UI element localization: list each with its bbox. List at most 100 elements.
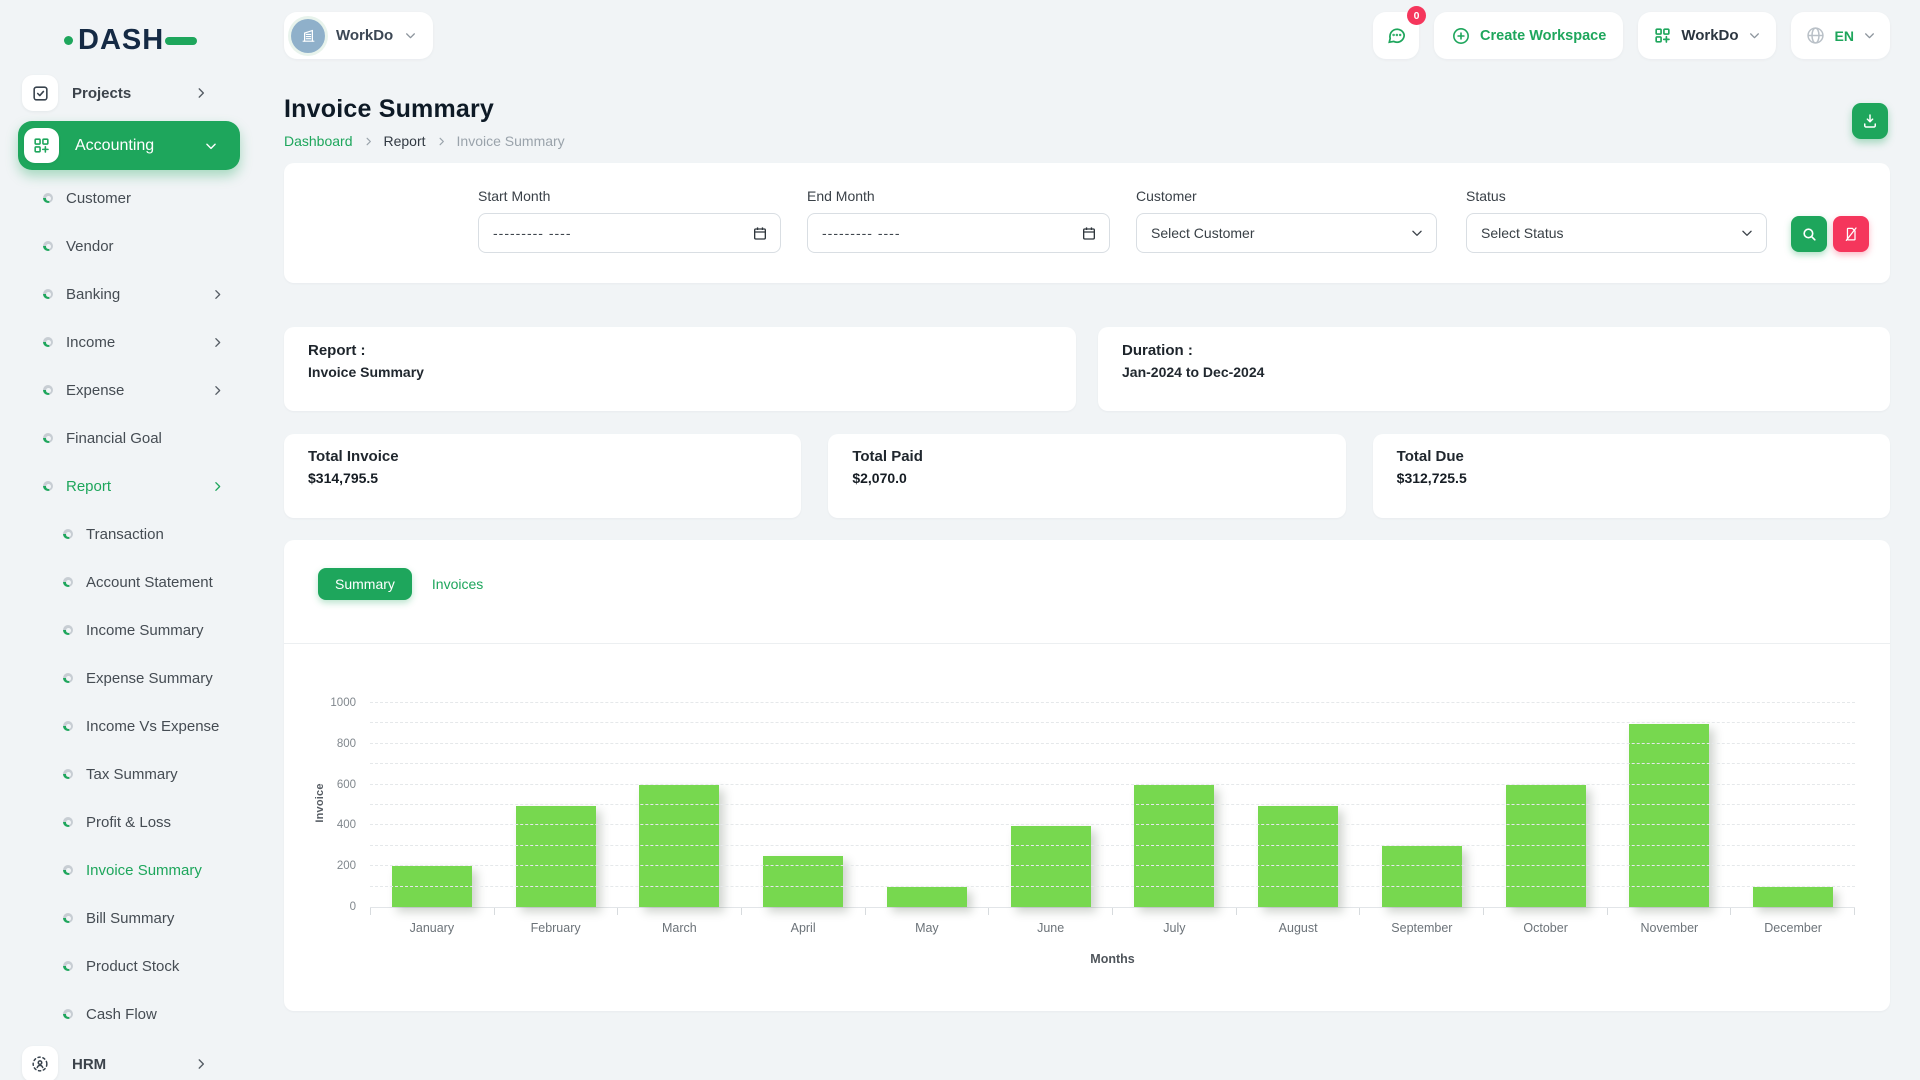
sidebar-item-financial-goal[interactable]: Financial Goal: [0, 414, 256, 462]
tab-invoices[interactable]: Invoices: [430, 568, 485, 600]
apply-filter-button[interactable]: [1791, 216, 1827, 252]
sidebar-item-bill-summary[interactable]: Bill Summary: [0, 894, 256, 942]
x-tick: [866, 908, 990, 915]
x-tick: [1484, 908, 1608, 915]
workspace-name: WorkDo: [336, 27, 393, 44]
tab-summary[interactable]: Summary: [318, 568, 412, 600]
sidebar-item-invoice-summary[interactable]: Invoice Summary: [0, 846, 256, 894]
chevron-down-icon: [1863, 29, 1876, 42]
bar-slot-september: [1360, 704, 1484, 907]
chevron-down-icon: [1740, 226, 1754, 240]
bullet-icon: [43, 481, 53, 491]
sidebar-item-income-summary[interactable]: Income Summary: [0, 606, 256, 654]
bar-january[interactable]: [392, 866, 472, 907]
y-tick-label: 400: [290, 819, 356, 831]
gridline: [370, 824, 1855, 825]
download-button[interactable]: [1852, 103, 1888, 139]
x-tick-label: January: [370, 921, 494, 935]
bullet-icon: [63, 721, 73, 731]
x-tick-label: April: [741, 921, 865, 935]
sidebar-item-tax-summary[interactable]: Tax Summary: [0, 750, 256, 798]
status-select[interactable]: Select Status: [1466, 213, 1767, 253]
bullet-icon: [43, 433, 53, 443]
bar-november[interactable]: [1629, 724, 1709, 907]
sidebar-item-label: Vendor: [66, 238, 114, 255]
calendar-icon[interactable]: [752, 225, 768, 241]
workspace-selector[interactable]: WorkDo: [284, 12, 433, 59]
start-month-input[interactable]: --------- ----: [478, 213, 781, 253]
sidebar-item-hrm[interactable]: HRM: [22, 1046, 240, 1080]
bar-may[interactable]: [887, 887, 967, 907]
topbar-actions: 0 Create Workspace WorkDo EN: [1373, 12, 1890, 59]
report-card: Report : Invoice Summary: [284, 327, 1076, 411]
sidebar-item-expense-summary[interactable]: Expense Summary: [0, 654, 256, 702]
customer-select[interactable]: Select Customer: [1136, 213, 1437, 253]
end-month-input[interactable]: --------- ----: [807, 213, 1110, 253]
bar-slot-august: [1236, 704, 1360, 907]
bullet-icon: [43, 193, 53, 203]
x-tick: [618, 908, 742, 915]
bar-slot-july: [1113, 704, 1237, 907]
divider: [284, 643, 1890, 644]
sidebar-item-profit-loss[interactable]: Profit & Loss: [0, 798, 256, 846]
sidebar-item-income-vs-expense[interactable]: Income Vs Expense: [0, 702, 256, 750]
bullet-icon: [63, 1009, 73, 1019]
sidebar-item-report[interactable]: Report: [0, 462, 256, 510]
calendar-icon[interactable]: [1081, 225, 1097, 241]
chat-icon: [1385, 24, 1408, 47]
sidebar-item-product-stock[interactable]: Product Stock: [0, 942, 256, 990]
sidebar-item-label: Cash Flow: [86, 1006, 157, 1023]
breadcrumb-report[interactable]: Report: [384, 133, 426, 149]
chevron-down-icon: [1748, 29, 1761, 42]
breadcrumb-dashboard[interactable]: Dashboard: [284, 133, 353, 149]
sidebar-item-transaction[interactable]: Transaction: [0, 510, 256, 558]
sidebar-item-vendor[interactable]: Vendor: [0, 222, 256, 270]
bullet-icon: [63, 673, 73, 683]
chevron-down-icon: [1410, 226, 1424, 240]
sidebar-item-customer[interactable]: Customer: [0, 174, 256, 222]
x-tick-label: March: [618, 921, 742, 935]
sidebar-item-expense[interactable]: Expense: [0, 366, 256, 414]
sidebar-item-label: Tax Summary: [86, 766, 178, 783]
language-selector[interactable]: EN: [1791, 12, 1890, 59]
bullet-icon: [43, 289, 53, 299]
sidebar-item-label: Income Vs Expense: [86, 718, 219, 735]
sidebar-submenu: Customer Vendor Banking Income Expense F…: [0, 174, 256, 1038]
bar-august[interactable]: [1258, 806, 1338, 908]
reset-filter-button[interactable]: [1833, 216, 1869, 252]
bar-june[interactable]: [1011, 826, 1091, 907]
create-workspace-button[interactable]: Create Workspace: [1434, 12, 1623, 59]
bar-september[interactable]: [1382, 846, 1462, 907]
bar-february[interactable]: [516, 806, 596, 908]
create-workspace-label: Create Workspace: [1480, 28, 1606, 44]
bar-april[interactable]: [763, 856, 843, 907]
bullet-icon: [63, 865, 73, 875]
total-paid-value: $2,070.0: [852, 470, 1321, 486]
chevron-down-icon: [404, 29, 417, 42]
messages-button[interactable]: 0: [1373, 12, 1419, 59]
sidebar-item-projects[interactable]: Projects: [22, 75, 240, 111]
status-field: Status Select Status: [1466, 188, 1767, 253]
y-tick-label: 200: [290, 860, 356, 872]
status-selected-value: Select Status: [1481, 225, 1564, 241]
globe-icon: [1805, 25, 1826, 46]
sidebar-item-banking[interactable]: Banking: [0, 270, 256, 318]
sidebar-item-income[interactable]: Income: [0, 318, 256, 366]
x-tick-label: October: [1484, 921, 1608, 935]
x-tick-label: May: [865, 921, 989, 935]
app-logo: DASH: [64, 26, 256, 55]
sidebar-item-accounting[interactable]: Accounting: [18, 121, 240, 170]
sidebar-item-label: Profit & Loss: [86, 814, 171, 831]
sidebar-item-account-statement[interactable]: Account Statement: [0, 558, 256, 606]
plus-circle-icon: [1451, 26, 1471, 46]
bar-december[interactable]: [1753, 887, 1833, 907]
bar-slot-january: [370, 704, 494, 907]
customer-label: Customer: [1136, 188, 1437, 204]
workspace-menu-button[interactable]: WorkDo: [1638, 12, 1775, 59]
sidebar-item-cash-flow[interactable]: Cash Flow: [0, 990, 256, 1038]
grid-plus-icon: [24, 128, 59, 163]
total-paid-card: Total Paid $2,070.0: [828, 434, 1345, 518]
end-month-value: --------- ----: [822, 225, 901, 241]
gridline: [370, 804, 1855, 805]
workspace-avatar: [291, 19, 325, 53]
